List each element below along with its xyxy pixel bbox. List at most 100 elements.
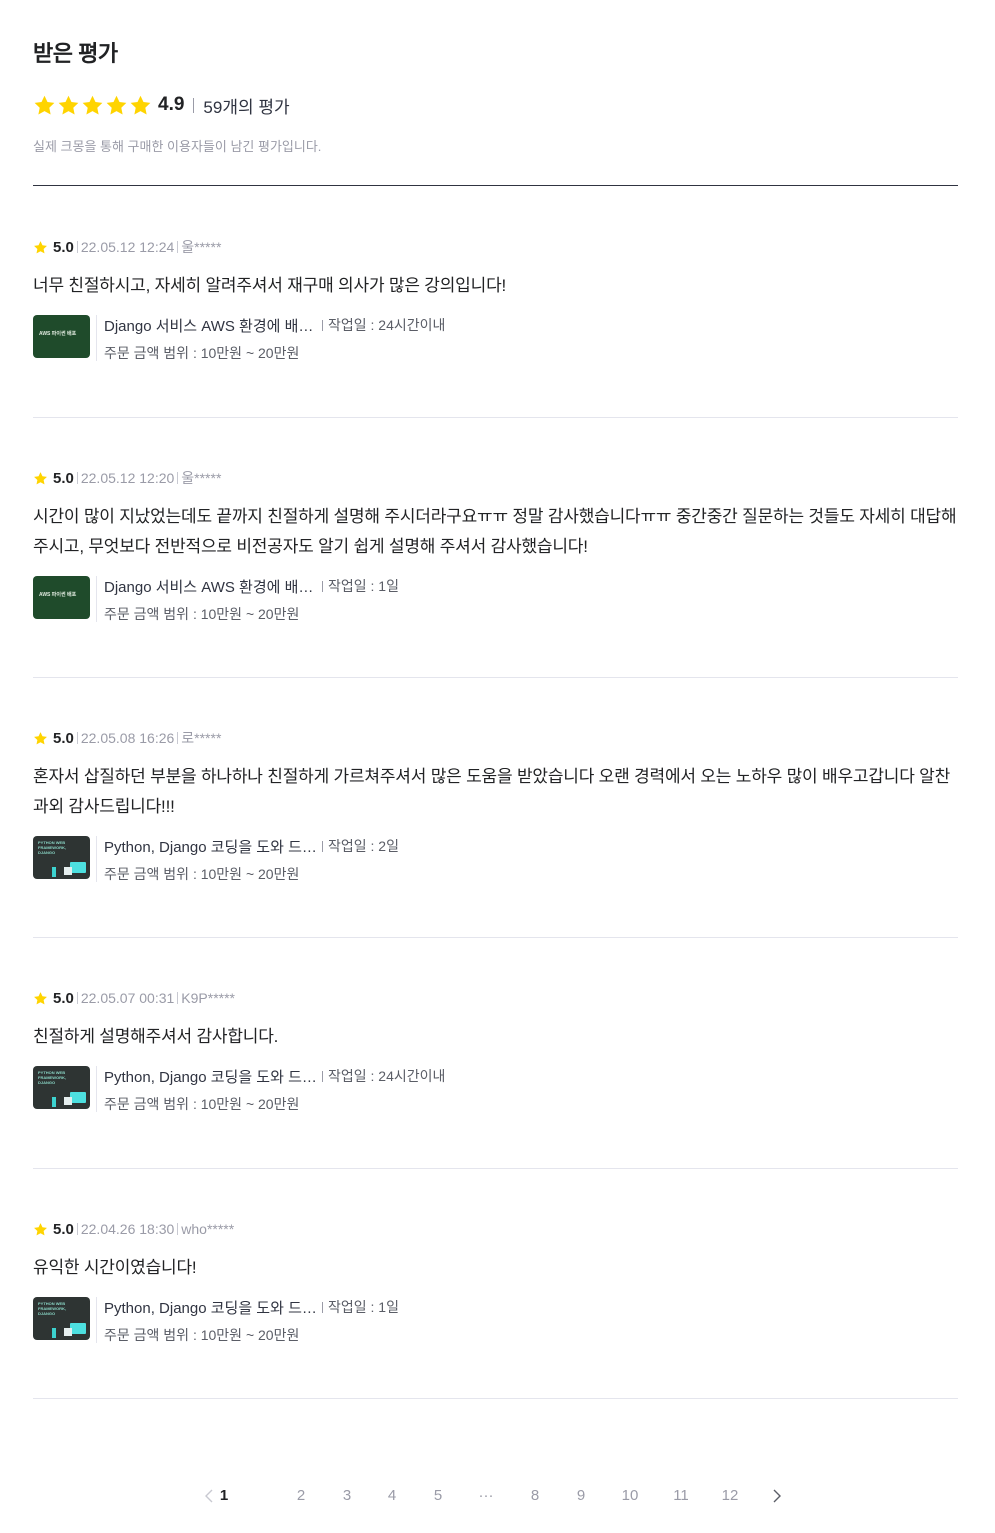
- review-score: 5.0: [53, 989, 74, 1007]
- service-thumbnail[interactable]: PYTHON WEB FRAMEWORK, DJANGO: [33, 836, 90, 879]
- star-icon: [33, 1222, 48, 1237]
- star-icon: [33, 991, 48, 1006]
- review-user: 울*****: [181, 470, 222, 486]
- price-range: 주문 금액 범위 : 10만원 ~ 20만원: [104, 1096, 300, 1112]
- divider: [76, 472, 78, 484]
- service-name[interactable]: Python, Django 코딩을 도와 드립니다.: [104, 1066, 318, 1087]
- thumbnail-caption: AWS 파이썬 배포: [39, 592, 77, 598]
- divider: [177, 1223, 179, 1235]
- review-text: 유익한 시간이였습니다!: [33, 1258, 197, 1277]
- review-score: 5.0: [53, 1220, 74, 1238]
- average-rating: 4.9: [158, 94, 185, 115]
- review-item: 5.0 22.05.12 12:24 울***** 너무 친절하시고, 자세히 알려주…: [33, 238, 958, 361]
- review-text: 시간이 많이 지났었는데도 끝까지 친절하게 설명해 주시더라구요ㅠㅠ 정말 감…: [33, 507, 957, 556]
- review-date: 22.05.12 12:20: [80, 470, 175, 486]
- page-8[interactable]: 8: [520, 1483, 550, 1509]
- star-icon: [33, 240, 48, 255]
- review-divider: [33, 1168, 958, 1169]
- thumbnail-caption: PYTHON WEB FRAMEWORK, DJANGO: [38, 840, 66, 855]
- pagination: 1 2 3 4 5 ··· 8 9 10 11 12: [33, 1483, 958, 1509]
- review-user: who*****: [181, 1221, 235, 1237]
- work-period: 작업일 : 1일: [322, 1297, 399, 1317]
- work-period: 작업일 : 1일: [322, 576, 399, 596]
- review-meta: 5.0 22.05.12 12:24 울*****: [33, 238, 958, 256]
- service-info: Python, Django 코딩을 도와 드립니다.작업일 : 1일주문 금액…: [96, 1297, 399, 1343]
- review-item: 5.0 22.05.07 00:31 K9P***** 친절하게 설명해주셔서 감사합…: [33, 989, 958, 1112]
- review-text: 혼자서 삽질하던 부분을 하나하나 친절하게 가르쳐주셔서 많은 도움을 받았습…: [33, 767, 951, 816]
- price-range: 주문 금액 범위 : 10만원 ~ 20만원: [104, 345, 300, 361]
- review-text: 친절하게 설명해주셔서 감사합니다.: [33, 1027, 279, 1046]
- divider: [177, 241, 179, 253]
- service-name[interactable]: Django 서비스 AWS 환경에 배포해 드립니다.: [104, 576, 318, 597]
- review-meta: 5.0 22.05.12 12:20 울*****: [33, 469, 958, 487]
- service-info: Python, Django 코딩을 도와 드립니다.작업일 : 24시간이내주…: [96, 1066, 445, 1112]
- review-divider: [33, 417, 958, 418]
- review-divider: [33, 937, 958, 938]
- service-info: Python, Django 코딩을 도와 드립니다.작업일 : 2일주문 금액…: [96, 836, 399, 882]
- star-icon: [33, 94, 56, 117]
- page-4[interactable]: 4: [377, 1483, 407, 1509]
- star-icon: [57, 94, 80, 117]
- divider: [177, 472, 179, 484]
- star-icon: [81, 94, 104, 117]
- review-date: 22.05.08 16:26: [80, 730, 175, 746]
- divider: [76, 241, 78, 253]
- work-period: 작업일 : 24시간이내: [322, 315, 445, 335]
- chevron-right-icon[interactable]: [773, 1483, 787, 1509]
- page-1[interactable]: 1: [209, 1483, 239, 1509]
- service-thumbnail[interactable]: AWS 파이썬 배포: [33, 576, 90, 619]
- review-meta: 5.0 22.04.26 18:30 who*****: [33, 1220, 958, 1238]
- work-period: 작업일 : 2일: [322, 836, 399, 856]
- review-date: 22.04.26 18:30: [80, 1221, 175, 1237]
- service-card[interactable]: PYTHON WEB FRAMEWORK, DJANGO Python, Djan…: [33, 836, 958, 882]
- page-9[interactable]: 9: [566, 1483, 596, 1509]
- section-title: 받은 평가: [33, 41, 118, 66]
- service-card[interactable]: AWS 파이썬 배포 Django 서비스 AWS 환경에 배포해 드립니다.작업…: [33, 315, 958, 361]
- divider: [76, 1223, 78, 1235]
- page-3[interactable]: 3: [332, 1483, 362, 1509]
- price-range: 주문 금액 범위 : 10만원 ~ 20만원: [104, 606, 300, 622]
- divider: [177, 732, 179, 744]
- pagination-ellipsis: ···: [478, 1487, 494, 1504]
- star-icon: [105, 94, 128, 117]
- review-divider: [33, 1398, 958, 1399]
- service-name[interactable]: Django 서비스 AWS 환경에 배포해 드립니다.: [104, 315, 318, 336]
- thumbnail-caption: AWS 파이썬 배포: [39, 331, 77, 337]
- review-score: 5.0: [53, 238, 74, 256]
- star-icon: [33, 471, 48, 486]
- page-12[interactable]: 12: [715, 1483, 745, 1509]
- star-icon: [129, 94, 152, 117]
- service-thumbnail[interactable]: AWS 파이썬 배포: [33, 315, 90, 358]
- service-name[interactable]: Python, Django 코딩을 도와 드립니다.: [104, 1297, 318, 1318]
- price-range: 주문 금액 범위 : 10만원 ~ 20만원: [104, 866, 300, 882]
- review-divider: [33, 677, 958, 678]
- service-info: Django 서비스 AWS 환경에 배포해 드립니다.작업일 : 24시간이내…: [96, 315, 445, 361]
- page-5[interactable]: 5: [423, 1483, 453, 1509]
- review-date: 22.05.07 00:31: [80, 990, 175, 1006]
- service-card[interactable]: PYTHON WEB FRAMEWORK, DJANGO Python, Djan…: [33, 1066, 958, 1112]
- service-card[interactable]: AWS 파이썬 배포 Django 서비스 AWS 환경에 배포해 드립니다.작업…: [33, 576, 958, 622]
- rating-stars: [33, 94, 152, 117]
- review-user: K9P*****: [181, 990, 235, 1006]
- service-info: Django 서비스 AWS 환경에 배포해 드립니다.작업일 : 1일주문 금…: [96, 576, 399, 622]
- review-score: 5.0: [53, 729, 74, 747]
- service-thumbnail[interactable]: PYTHON WEB FRAMEWORK, DJANGO: [33, 1297, 90, 1340]
- service-card[interactable]: PYTHON WEB FRAMEWORK, DJANGO Python, Djan…: [33, 1297, 958, 1343]
- review-item: 5.0 22.05.12 12:20 울***** 시간이 많이 지났었는데도 끝까지…: [33, 469, 958, 622]
- review-score: 5.0: [53, 469, 74, 487]
- service-thumbnail[interactable]: PYTHON WEB FRAMEWORK, DJANGO: [33, 1066, 90, 1109]
- page-11[interactable]: 11: [666, 1483, 696, 1509]
- divider: [193, 97, 195, 113]
- service-name[interactable]: Python, Django 코딩을 도와 드립니다.: [104, 836, 318, 857]
- page-2[interactable]: 2: [286, 1483, 316, 1509]
- review-item: 5.0 22.05.08 16:26 로***** 혼자서 삽질하던 부분을 하나하나…: [33, 729, 958, 882]
- review-text: 너무 친절하시고, 자세히 알려주셔서 재구매 의사가 많은 강의입니다!: [33, 276, 507, 295]
- page-10[interactable]: 10: [615, 1483, 645, 1509]
- section-divider: [33, 185, 958, 186]
- thumbnail-caption: PYTHON WEB FRAMEWORK, DJANGO: [38, 1301, 66, 1316]
- divider: [177, 992, 179, 1004]
- review-date: 22.05.12 12:24: [80, 239, 175, 255]
- review-meta: 5.0 22.05.07 00:31 K9P*****: [33, 989, 958, 1007]
- divider: [76, 732, 78, 744]
- review-count: 59개의 평가: [203, 97, 290, 117]
